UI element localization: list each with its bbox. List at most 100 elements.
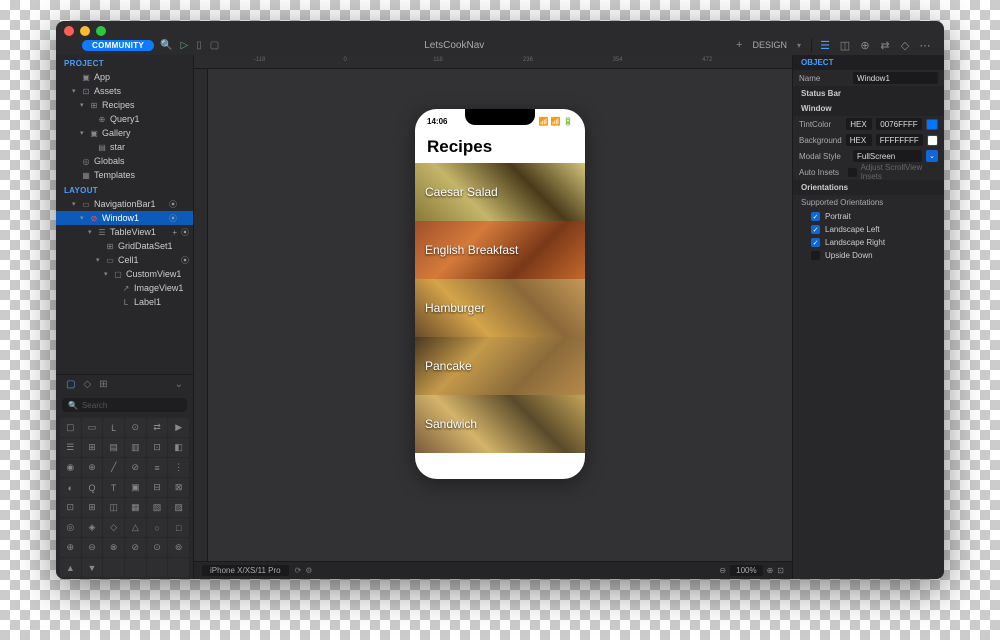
lib-item[interactable]: ⊘ — [125, 538, 146, 557]
window-props-header[interactable]: Window — [793, 101, 944, 116]
landscape-right-checkbox[interactable]: ✓ — [811, 238, 820, 247]
library-search[interactable]: 🔍 Search — [62, 398, 187, 412]
lib-item[interactable]: ☰ — [60, 438, 81, 457]
community-badge[interactable]: COMMUNITY — [82, 40, 154, 51]
tree-cell1[interactable]: ▾▭Cell1⦿ — [56, 253, 193, 267]
lib-item[interactable]: ▨ — [168, 498, 189, 517]
lib-item[interactable]: ≡ — [147, 458, 168, 477]
bg-mode[interactable]: HEX — [846, 134, 872, 146]
lib-item[interactable]: ◇ — [103, 518, 124, 537]
tree-templates[interactable]: ▦Templates — [56, 168, 193, 182]
tree-query1[interactable]: ⊕Query1 — [56, 112, 193, 126]
lib-item[interactable]: ⊡ — [60, 498, 81, 517]
inspector-tab-link-icon[interactable]: ⇄ — [878, 39, 892, 52]
device-rotate-icon[interactable]: ⟳ — [295, 566, 302, 575]
name-field[interactable]: Window1 — [853, 72, 938, 84]
lib-item[interactable]: ⇄ — [147, 418, 168, 437]
device-tablet-icon[interactable]: ▢ — [210, 40, 219, 51]
lib-item[interactable] — [147, 558, 168, 577]
lib-item[interactable]: T — [103, 478, 124, 497]
recipe-row[interactable]: Sandwich — [415, 395, 585, 453]
lib-item[interactable] — [168, 558, 189, 577]
lib-item[interactable]: ⊠ — [168, 478, 189, 497]
tree-globals[interactable]: ◎Globals — [56, 154, 193, 168]
lib-item[interactable]: ⊙ — [147, 538, 168, 557]
lib-item[interactable]: ◫ — [103, 498, 124, 517]
lib-item[interactable]: ▧ — [147, 498, 168, 517]
lib-item[interactable]: ⊞ — [82, 438, 103, 457]
lib-item[interactable]: ▲ — [60, 558, 81, 577]
tree-customview[interactable]: ▾▢CustomView1 — [56, 267, 193, 281]
lib-item[interactable]: ╱ — [103, 458, 124, 477]
tree-app[interactable]: ▣App — [56, 70, 193, 84]
lib-item[interactable] — [125, 558, 146, 577]
lib-item[interactable]: △ — [125, 518, 146, 537]
lib-item[interactable]: ⊗ — [103, 538, 124, 557]
recipe-row[interactable]: Hamburger — [415, 279, 585, 337]
tree-star[interactable]: ▤star — [56, 140, 193, 154]
upside-down-checkbox[interactable] — [811, 251, 820, 260]
lib-item[interactable]: ⊕ — [82, 458, 103, 477]
lib-item[interactable]: Q — [82, 478, 103, 497]
tree-label1[interactable]: LLabel1 — [56, 295, 193, 309]
recipe-row[interactable]: Caesar Salad — [415, 163, 585, 221]
lib-item[interactable]: ◈ — [82, 518, 103, 537]
device-phone-icon[interactable]: ▯ — [196, 40, 202, 51]
tree-navbar[interactable]: ▾▭NavigationBar1⦿ — [56, 197, 193, 211]
inspector-tab-layout-icon[interactable]: ⊕ — [858, 39, 872, 52]
modal-dropdown-icon[interactable]: ⌄ — [926, 150, 938, 162]
lib-item[interactable]: ▦ — [125, 498, 146, 517]
lib-item[interactable]: ▥ — [125, 438, 146, 457]
tree-imageview[interactable]: ↗ImageView1 — [56, 281, 193, 295]
portrait-checkbox[interactable]: ✓ — [811, 212, 820, 221]
landscape-left-checkbox[interactable]: ✓ — [811, 225, 820, 234]
lib-item[interactable]: ⊞ — [82, 498, 103, 517]
lib-item[interactable]: ⊚ — [168, 538, 189, 557]
lib-item[interactable]: ⊡ — [147, 438, 168, 457]
lib-tab-shapes-icon[interactable]: ◇ — [83, 379, 91, 390]
search-icon[interactable]: 🔍 — [160, 40, 172, 51]
autoinsets-checkbox[interactable] — [848, 168, 856, 177]
lib-item[interactable]: ⋮ — [168, 458, 189, 477]
tint-value[interactable]: 0076FFFF — [876, 118, 921, 130]
recipe-row[interactable]: Pancake — [415, 337, 585, 395]
tint-mode[interactable]: HEX — [846, 118, 872, 130]
lib-item[interactable]: ▤ — [103, 438, 124, 457]
tree-window1[interactable]: ▾⊘Window1⦿ — [56, 211, 193, 225]
tint-swatch[interactable] — [926, 119, 938, 130]
inspector-tab-geometry-icon[interactable]: ◫ — [838, 39, 852, 52]
tree-griddataset[interactable]: ⊞GridDataSet1 — [56, 239, 193, 253]
zoom-fit-icon[interactable]: ⊡ — [777, 566, 784, 575]
tree-gallery[interactable]: ▾▣Gallery — [56, 126, 193, 140]
tree-tableview[interactable]: ▾☰TableView1+⦿ — [56, 225, 193, 239]
lib-item[interactable]: ◧ — [168, 438, 189, 457]
inspector-tab-code-icon[interactable]: ⋯ — [918, 39, 932, 52]
device-settings-icon[interactable]: ⚙ — [305, 566, 312, 575]
orientations-header[interactable]: Orientations — [793, 180, 944, 195]
lib-item[interactable]: ◎ — [60, 518, 81, 537]
bg-value[interactable]: FFFFFFFF — [876, 134, 923, 146]
chevron-down-icon[interactable]: ▾ — [797, 41, 801, 50]
lib-item[interactable]: ▢ — [60, 418, 81, 437]
modal-value[interactable]: FullScreen — [853, 150, 922, 162]
lib-item[interactable]: ⊟ — [147, 478, 168, 497]
lib-item[interactable]: ▶ — [168, 418, 189, 437]
statusbar-header[interactable]: Status Bar — [793, 86, 944, 101]
inspector-tab-properties-icon[interactable]: ☰ — [818, 39, 832, 52]
zoom-level[interactable]: 100% — [730, 565, 762, 576]
lib-item[interactable]: ◐ — [60, 478, 81, 497]
mode-design[interactable]: DESIGN — [752, 40, 787, 50]
lib-tab-templates-icon[interactable]: ⊞ — [99, 379, 107, 390]
lib-item[interactable]: ⊖ — [82, 538, 103, 557]
lib-item[interactable]: □ — [168, 518, 189, 537]
lib-item[interactable]: ⊙ — [125, 418, 146, 437]
lib-item[interactable]: ◉ — [60, 458, 81, 477]
lib-item[interactable]: L — [103, 418, 124, 437]
zoom-out-icon[interactable]: ⊖ — [719, 566, 726, 575]
tree-recipes[interactable]: ▾⊞Recipes — [56, 98, 193, 112]
play-icon[interactable]: ▷ — [180, 40, 188, 51]
add-icon[interactable]: + — [736, 39, 742, 51]
lib-item[interactable]: ○ — [147, 518, 168, 537]
tree-assets[interactable]: ▾⊡Assets — [56, 84, 193, 98]
lib-item[interactable] — [103, 558, 124, 577]
